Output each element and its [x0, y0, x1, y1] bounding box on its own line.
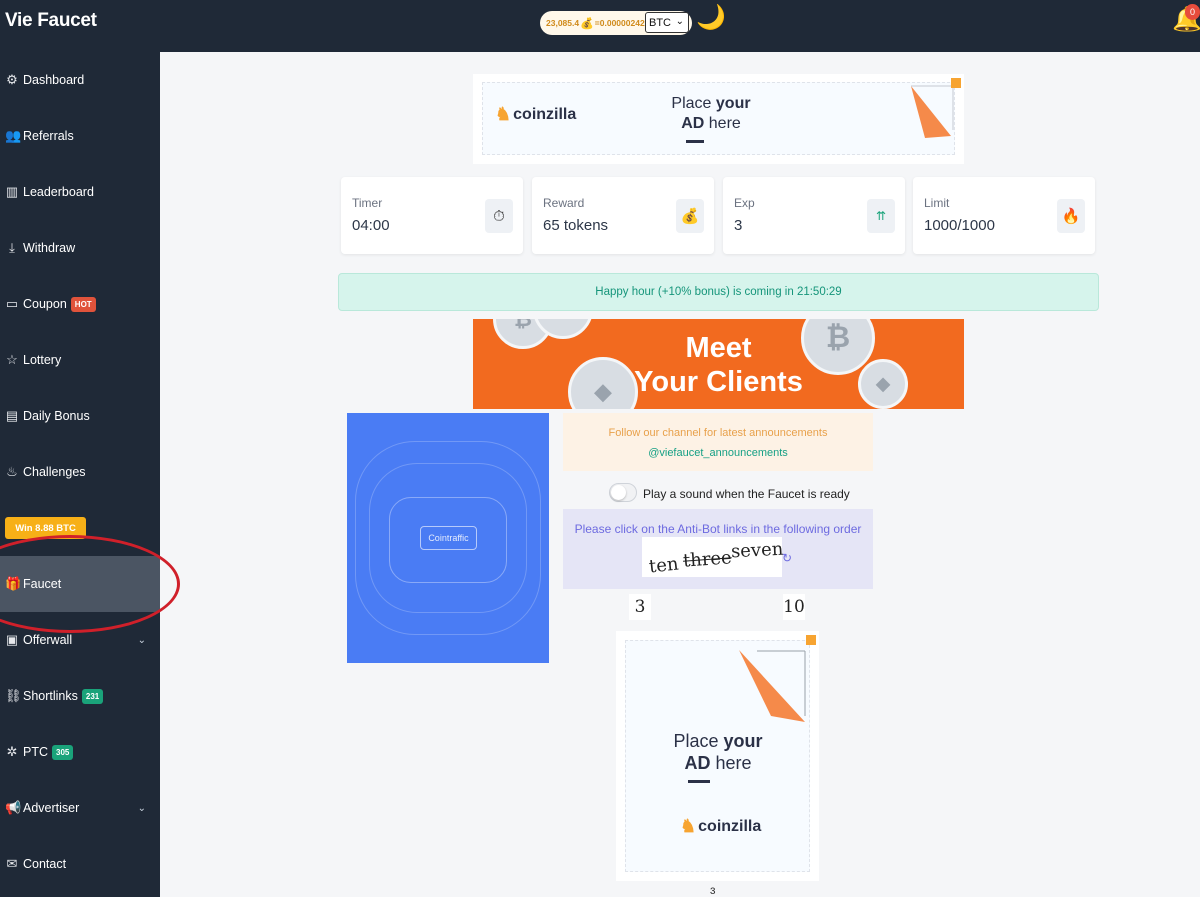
- chevron-down-icon: ⌄: [675, 16, 684, 27]
- sidebar-item-advertiser[interactable]: 📢 Advertiser ⌄: [0, 780, 160, 836]
- coins-icon: 💰: [580, 17, 594, 30]
- coinzilla-logo: ♞ coinzilla: [495, 104, 577, 124]
- sidebar-item-label: Challenges: [23, 465, 86, 479]
- megaphone-icon: 📢: [5, 800, 22, 815]
- sidebar-item-coupon[interactable]: ▭ Coupon HOT: [0, 276, 160, 332]
- coins-stack-icon: 💰: [676, 199, 704, 233]
- coinzilla-logo: ♞ coinzilla: [680, 816, 762, 836]
- meet-your-clients-ad[interactable]: ₿ ₿ ◆ ₿ ◆ Meet Your Clients: [473, 319, 964, 409]
- antibot-link[interactable]: 10: [783, 594, 805, 620]
- star-icon: ☆: [6, 352, 18, 367]
- chart-bar-icon: ▥: [5, 184, 19, 199]
- cursor-click-icon: ✲: [6, 744, 18, 759]
- sidebar-item-label: Offerwall: [23, 633, 73, 647]
- sidebar-item-lottery[interactable]: ☆ Lottery: [0, 332, 160, 388]
- sidebar: ⚙ Dashboard 👥 Referrals ▥ Leaderboard ⤓ …: [0, 52, 160, 897]
- sidebar-item-label: Leaderboard: [23, 185, 94, 199]
- timer-card: Timer 04:00 ⏱: [341, 177, 523, 254]
- sidebar-item-label: Contact: [23, 857, 67, 871]
- hot-badge: HOT: [70, 296, 96, 312]
- calendar-icon: ▤: [5, 408, 19, 423]
- mail-icon: ✉: [6, 856, 18, 871]
- sound-toggle[interactable]: [609, 483, 637, 502]
- antibot-link-partial[interactable]: ɜ: [710, 883, 716, 897]
- sidebar-item-dashboard[interactable]: ⚙ Dashboard: [0, 52, 160, 108]
- download-icon: ⤓: [9, 240, 15, 255]
- coinzilla-mascot-icon: ♞: [495, 104, 512, 124]
- channel-announcement: Follow our channel for latest announceme…: [563, 413, 873, 471]
- notification-count-badge: 0: [1185, 4, 1200, 20]
- fire-icon: 🔥: [1057, 199, 1085, 233]
- antibot-captcha-image: ten three seven: [642, 537, 784, 577]
- top-bar: Vie Faucet 23,085.4 💰 =0.00000242 BTC ⌄ …: [0, 0, 1200, 52]
- channel-link[interactable]: @viefaucet_announcements: [563, 447, 873, 459]
- gauge-icon: ⚙: [6, 72, 18, 87]
- ad-corner-fold-icon: [911, 85, 954, 138]
- stopwatch-icon: ⏱: [485, 199, 513, 233]
- balance-equivalent: =0.00000242: [594, 18, 645, 28]
- ad-corner-fold-icon: [739, 650, 806, 722]
- antibot-link[interactable]: 3: [629, 594, 651, 620]
- chevron-down-icon: ⌄: [137, 802, 146, 814]
- sidebar-item-challenges[interactable]: ♨ Challenges: [0, 444, 160, 500]
- chevrons-up-icon: ⇈: [867, 199, 895, 233]
- refresh-icon[interactable]: ↻: [782, 551, 792, 565]
- briefcase-icon: ▣: [5, 632, 19, 647]
- place-ad-text: Place your AD here: [671, 95, 751, 132]
- sidebar-item-shortlinks[interactable]: ⛓ Shortlinks 231: [0, 668, 160, 724]
- sidebar-item-label: Advertiser: [23, 801, 80, 815]
- ad-close-icon[interactable]: [806, 635, 816, 645]
- coinzilla-mascot-icon: ♞: [680, 816, 697, 836]
- sidebar-item-label: Shortlinks: [23, 689, 78, 703]
- happy-hour-alert: Happy hour (+10% bonus) is coming in 21:…: [338, 273, 1099, 311]
- currency-value: BTC: [649, 16, 671, 29]
- balance-tokens: 23,085.4: [546, 18, 580, 28]
- flame-icon: ♨: [6, 464, 18, 479]
- sidebar-item-daily-bonus[interactable]: ▤ Daily Bonus: [0, 388, 160, 444]
- cointraffic-logo: Cointraffic: [420, 526, 477, 550]
- exp-card: Exp 3 ⇈: [723, 177, 905, 254]
- sidebar-item-withdraw[interactable]: ⤓ Withdraw: [0, 220, 160, 276]
- sidebar-item-label: Referrals: [23, 129, 74, 143]
- ticket-icon: ▭: [5, 296, 19, 311]
- sidebar-item-label: Coupon: [23, 297, 67, 311]
- sidebar-item-label: Withdraw: [23, 241, 76, 255]
- app-title[interactable]: Vie Faucet: [5, 10, 97, 32]
- shortlinks-count-badge: 231: [81, 688, 104, 704]
- dark-mode-moon-icon[interactable]: 🌙: [696, 6, 726, 30]
- chevron-down-icon: ⌄: [137, 634, 146, 646]
- sidebar-item-ptc[interactable]: ✲ PTC 305: [0, 724, 160, 780]
- ptc-count-badge: 305: [52, 744, 74, 760]
- sidebar-item-label: Dashboard: [23, 73, 85, 87]
- sidebar-item-leaderboard[interactable]: ▥ Leaderboard: [0, 164, 160, 220]
- sound-toggle-label: Play a sound when the Faucet is ready: [643, 487, 850, 501]
- link-icon: ⛓: [5, 688, 22, 703]
- ad-close-icon[interactable]: [951, 78, 961, 88]
- sidebar-item-label: PTC: [23, 745, 48, 759]
- reward-card: Reward 65 tokens 💰: [532, 177, 714, 254]
- sidebar-item-referrals[interactable]: 👥 Referrals: [0, 108, 160, 164]
- sidebar-item-label: Daily Bonus: [23, 409, 90, 423]
- limit-card: Limit 1000/1000 🔥: [913, 177, 1095, 254]
- users-icon: 👥: [5, 128, 22, 143]
- sidebar-item-label: Lottery: [23, 353, 62, 367]
- sidebar-item-contact[interactable]: ✉ Contact: [0, 836, 160, 892]
- place-ad-text: Place your AD here: [673, 731, 763, 773]
- currency-select[interactable]: BTC ⌄: [645, 12, 689, 33]
